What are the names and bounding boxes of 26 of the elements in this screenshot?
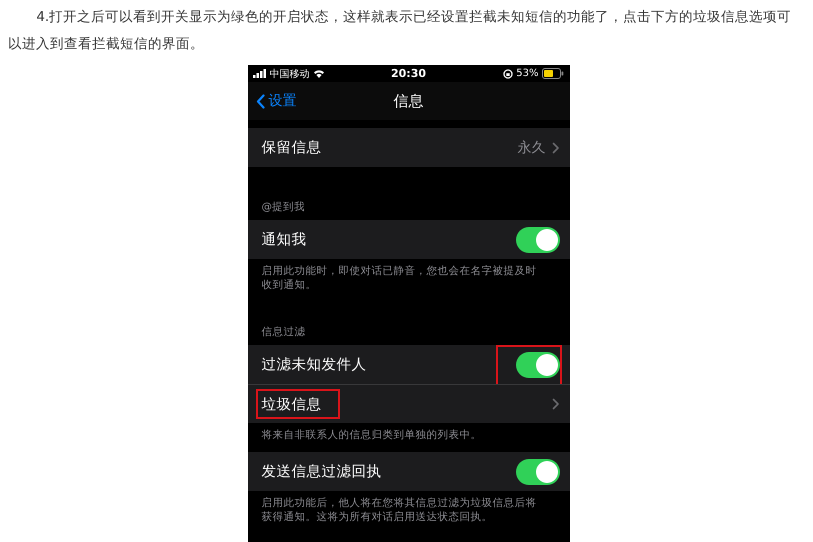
toggle-switch[interactable]	[516, 352, 560, 378]
status-time: 20:30	[391, 67, 426, 80]
section-footer: 启用此功能后，他人将在您将其信息过滤为垃圾信息后将获得通知。这将为所有对话启用送达状态回执。	[248, 491, 570, 524]
wifi-icon	[312, 69, 324, 78]
section-footer: 将来自非联系人的信息归类到单独的列表中。	[248, 423, 570, 442]
chevron-right-icon	[552, 142, 560, 154]
settings-row[interactable]: 保留信息 永久	[248, 128, 570, 167]
row-value: 永久	[518, 138, 546, 156]
screen-title: 信息	[394, 92, 424, 110]
back-button[interactable]: 设置	[248, 92, 302, 110]
chevron-right-icon	[552, 398, 560, 410]
carrier-name: 中国移动	[270, 68, 310, 80]
toggle-switch[interactable]	[516, 226, 560, 252]
rotation-lock-icon	[503, 68, 514, 78]
section-header: 信息过滤	[260, 325, 306, 340]
toggle-switch[interactable]	[516, 458, 560, 484]
chevron-left-icon	[256, 94, 264, 108]
battery-icon	[542, 68, 564, 79]
settings-row[interactable]: 通知我	[248, 220, 570, 259]
settings-row[interactable]: 过滤未知发件人	[248, 345, 570, 384]
settings-row[interactable]: 发送信息过滤回执	[248, 452, 570, 491]
battery-percent: 53%	[516, 68, 538, 79]
section-header: @提到我	[260, 200, 306, 215]
section-footer: 启用此功能时，即使对话已静音，您也会在名字被提及时收到通知。	[248, 259, 570, 292]
article-paragraph: 4.打开之后可以看到开关显示为绿色的开启状态，这样就表示已经设置拦截未知短信的功能了，点击下方的垃圾信息选项可以进入到查看拦截短信的界面。	[8, 8, 792, 54]
signal-icon	[252, 69, 266, 78]
